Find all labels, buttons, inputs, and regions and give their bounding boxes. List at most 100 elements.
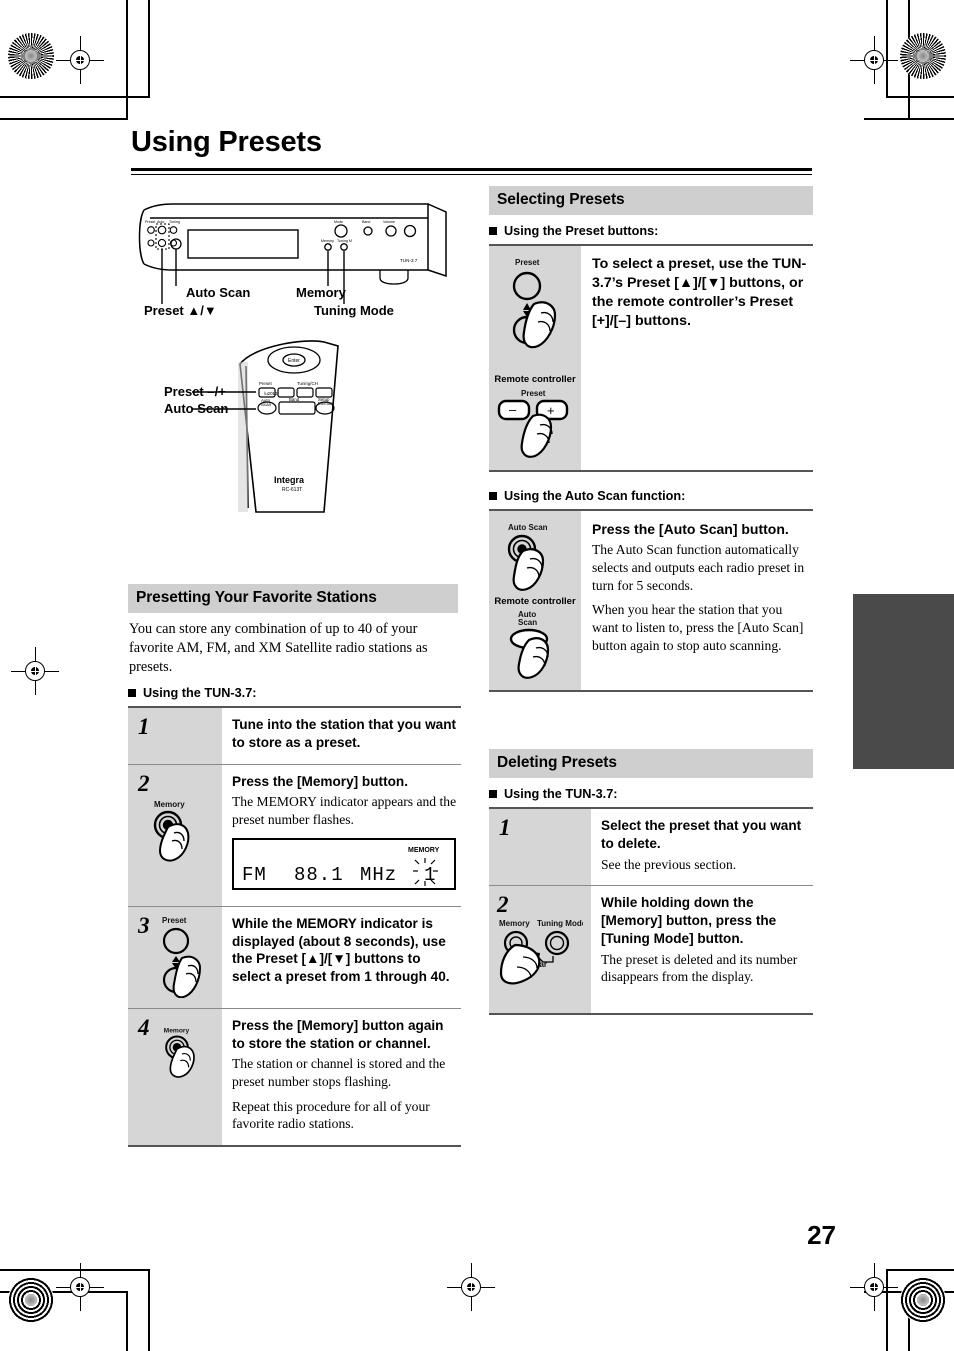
right-column: Selecting Presets Using the Preset butto… xyxy=(489,186,813,1016)
label-remote-preset: Preset –/+ xyxy=(164,384,226,399)
svg-text:\u2013: \u2013 xyxy=(264,391,278,396)
memory-icon-label: Memory xyxy=(163,1027,189,1034)
memory-plus-tuning-mode-press-icon: Memory Tuning Mode xyxy=(499,919,583,985)
table-row: 1 Select the preset that you want to del… xyxy=(489,807,813,886)
remote-controller-caption: Remote controller xyxy=(494,596,576,607)
auto-scan-button-press-icon: Auto Scan xyxy=(507,523,548,591)
registration-mark-top-left xyxy=(56,36,104,84)
step-body-cell: While the MEMORY indicator is displayed … xyxy=(222,905,461,1009)
deleting-subhead: Using the TUN-3.7: xyxy=(489,787,813,801)
remote-brand-label: Integra xyxy=(274,475,305,485)
registration-target-top-left xyxy=(8,33,54,79)
bullet-square-icon xyxy=(489,227,497,235)
bullet-square-icon xyxy=(128,689,136,697)
svg-text:Tuning: Tuning xyxy=(169,220,180,224)
remote-plus-label: + xyxy=(547,403,555,418)
registration-mark-bottom-left xyxy=(56,1263,104,1311)
svg-text:Band: Band xyxy=(362,220,370,224)
memory-icon-label: Memory xyxy=(499,919,530,928)
auto-scan-table: Auto Scan Remote controller Auto Scan Pr… xyxy=(489,509,813,692)
step-note: The preset is deleted and its number dis… xyxy=(601,951,798,985)
label-auto-scan: Auto Scan xyxy=(186,285,251,300)
step-body-cell: While holding down the [Memory] button, … xyxy=(591,885,813,1016)
remote-controller-caption: Remote controller xyxy=(494,374,576,385)
instruction-lead: To select a preset, use the TUN-3.7’s Pr… xyxy=(592,256,807,330)
remote-enter-label: Enter xyxy=(288,358,300,364)
step-body-cell: Tune into the station that you want to s… xyxy=(222,705,461,765)
step-number: 1 xyxy=(138,714,150,739)
registration-target-bottom-left xyxy=(8,1277,54,1323)
label-preset: Preset ▲/▼ xyxy=(144,303,217,318)
preset-up-down-press-icon: Preset xyxy=(162,916,201,998)
step-note: See the previous section. xyxy=(601,856,737,872)
manual-page: Using Presets Preset Auto Tuning Mode Ba… xyxy=(0,0,954,1351)
crop-mark-bottom-left xyxy=(0,1251,200,1351)
step-lead: While holding down the [Memory] button, … xyxy=(601,895,777,946)
step-number-cell: 1 xyxy=(128,705,222,765)
step-body-cell: Select the preset that you want to delet… xyxy=(591,807,813,886)
svg-text:Scan: Scan xyxy=(261,402,272,407)
step-lead: Select the preset that you want to delet… xyxy=(601,818,802,851)
registration-target-bottom-right xyxy=(900,1277,946,1323)
step-note: Repeat this procedure for all of your fa… xyxy=(232,1098,430,1132)
memory-icon-label: Memory xyxy=(154,800,185,809)
svg-text:Scan: Scan xyxy=(518,618,537,627)
step-number-cell: 2 Memory xyxy=(128,763,222,907)
svg-text:Mode: Mode xyxy=(334,220,343,224)
svg-text:Memory: Memory xyxy=(321,239,334,243)
instruction-note: The Auto Scan function automatically sel… xyxy=(592,542,805,593)
preset-up-down-press-icon: Preset xyxy=(512,258,557,349)
tuning-mode-icon-label: Tuning Mode xyxy=(537,919,583,928)
preset-key-label: Preset xyxy=(521,389,546,398)
bullet-square-icon xyxy=(489,790,497,798)
presetting-intro: You can store any combination of up to 4… xyxy=(129,621,428,675)
memory-button-press-icon: Memory xyxy=(163,1027,195,1078)
remote-minus-label: – xyxy=(509,402,517,417)
deleting-steps-table: 1 Select the preset that you want to del… xyxy=(489,807,813,1016)
step-number: 1 xyxy=(499,815,511,840)
deleting-subhead-text: Using the TUN-3.7: xyxy=(504,787,618,801)
table-row: 1 Tune into the station that you want to… xyxy=(128,705,461,765)
registration-mark-left-middle xyxy=(11,647,59,695)
step-number-cell: 1 xyxy=(489,807,591,886)
presetting-steps-table: 1 Tune into the station that you want to… xyxy=(128,705,461,1148)
preset-icon-label: Preset xyxy=(515,258,540,267)
label-memory: Memory xyxy=(296,285,346,300)
page-number: 27 xyxy=(807,1220,836,1250)
remote-controller-illustration: Enter Preset Tuning/CH Auto Scan Band Se… xyxy=(128,336,458,522)
instruction-note: When you hear the station that you want … xyxy=(592,602,804,653)
presetting-subhead-text: Using the TUN-3.7: xyxy=(143,686,257,700)
title-rule-thick xyxy=(131,168,812,171)
instruction-lead: Press the [Auto Scan] button. xyxy=(592,521,789,537)
step-lead: Tune into the station that you want to s… xyxy=(232,717,457,750)
bullet-square-icon xyxy=(489,492,497,500)
registration-mark-bottom-center xyxy=(447,1263,495,1311)
model-mark: TUN-3.7 xyxy=(400,258,418,263)
step-number: 2 xyxy=(497,892,509,918)
remote-auto-scan-key-icon: Auto Scan xyxy=(509,610,550,679)
section-heading-presetting: Presetting Your Favorite Stations xyxy=(128,584,458,613)
svg-text:Auto: Auto xyxy=(157,220,164,224)
selecting-preset-subhead-text: Using the Preset buttons: xyxy=(504,224,659,238)
instruction-body-cell: To select a preset, use the TUN-3.7’s Pr… xyxy=(581,245,813,471)
label-tuning-mode: Tuning Mode xyxy=(314,303,394,318)
selecting-preset-table: Preset Remote controller Preset – + To s… xyxy=(489,244,813,472)
thumb-index-tab xyxy=(853,594,954,769)
registration-mark-top-right xyxy=(850,36,898,84)
section-heading-selecting: Selecting Presets xyxy=(489,186,813,215)
presetting-subhead: Using the TUN-3.7: xyxy=(128,686,458,700)
lcd-memory-indicator: MEMORY xyxy=(408,847,440,854)
step-body-cell: Press the [Memory] button again to store… xyxy=(222,1007,461,1148)
section-heading-deleting: Deleting Presets xyxy=(489,749,813,778)
table-row: Auto Scan Remote controller Auto Scan Pr… xyxy=(489,510,813,691)
table-row: Preset Remote controller Preset – + To s… xyxy=(489,245,813,471)
auto-scan-subhead-text: Using the Auto Scan function: xyxy=(504,489,686,503)
remote-band-label: Band xyxy=(289,397,300,402)
table-row: 2 Memory Press the [Memory] button. The … xyxy=(128,763,461,907)
selecting-preset-subhead: Using the Preset buttons: xyxy=(489,224,813,238)
icon-cell: Preset Remote controller Preset – + xyxy=(489,245,581,471)
lcd-display-illustration: FM 88.1 MHz 1 MEMORY xyxy=(232,837,457,894)
step-number: 2 xyxy=(138,770,150,796)
svg-text:Volume: Volume xyxy=(383,220,395,224)
svg-text:Preset: Preset xyxy=(145,220,155,224)
